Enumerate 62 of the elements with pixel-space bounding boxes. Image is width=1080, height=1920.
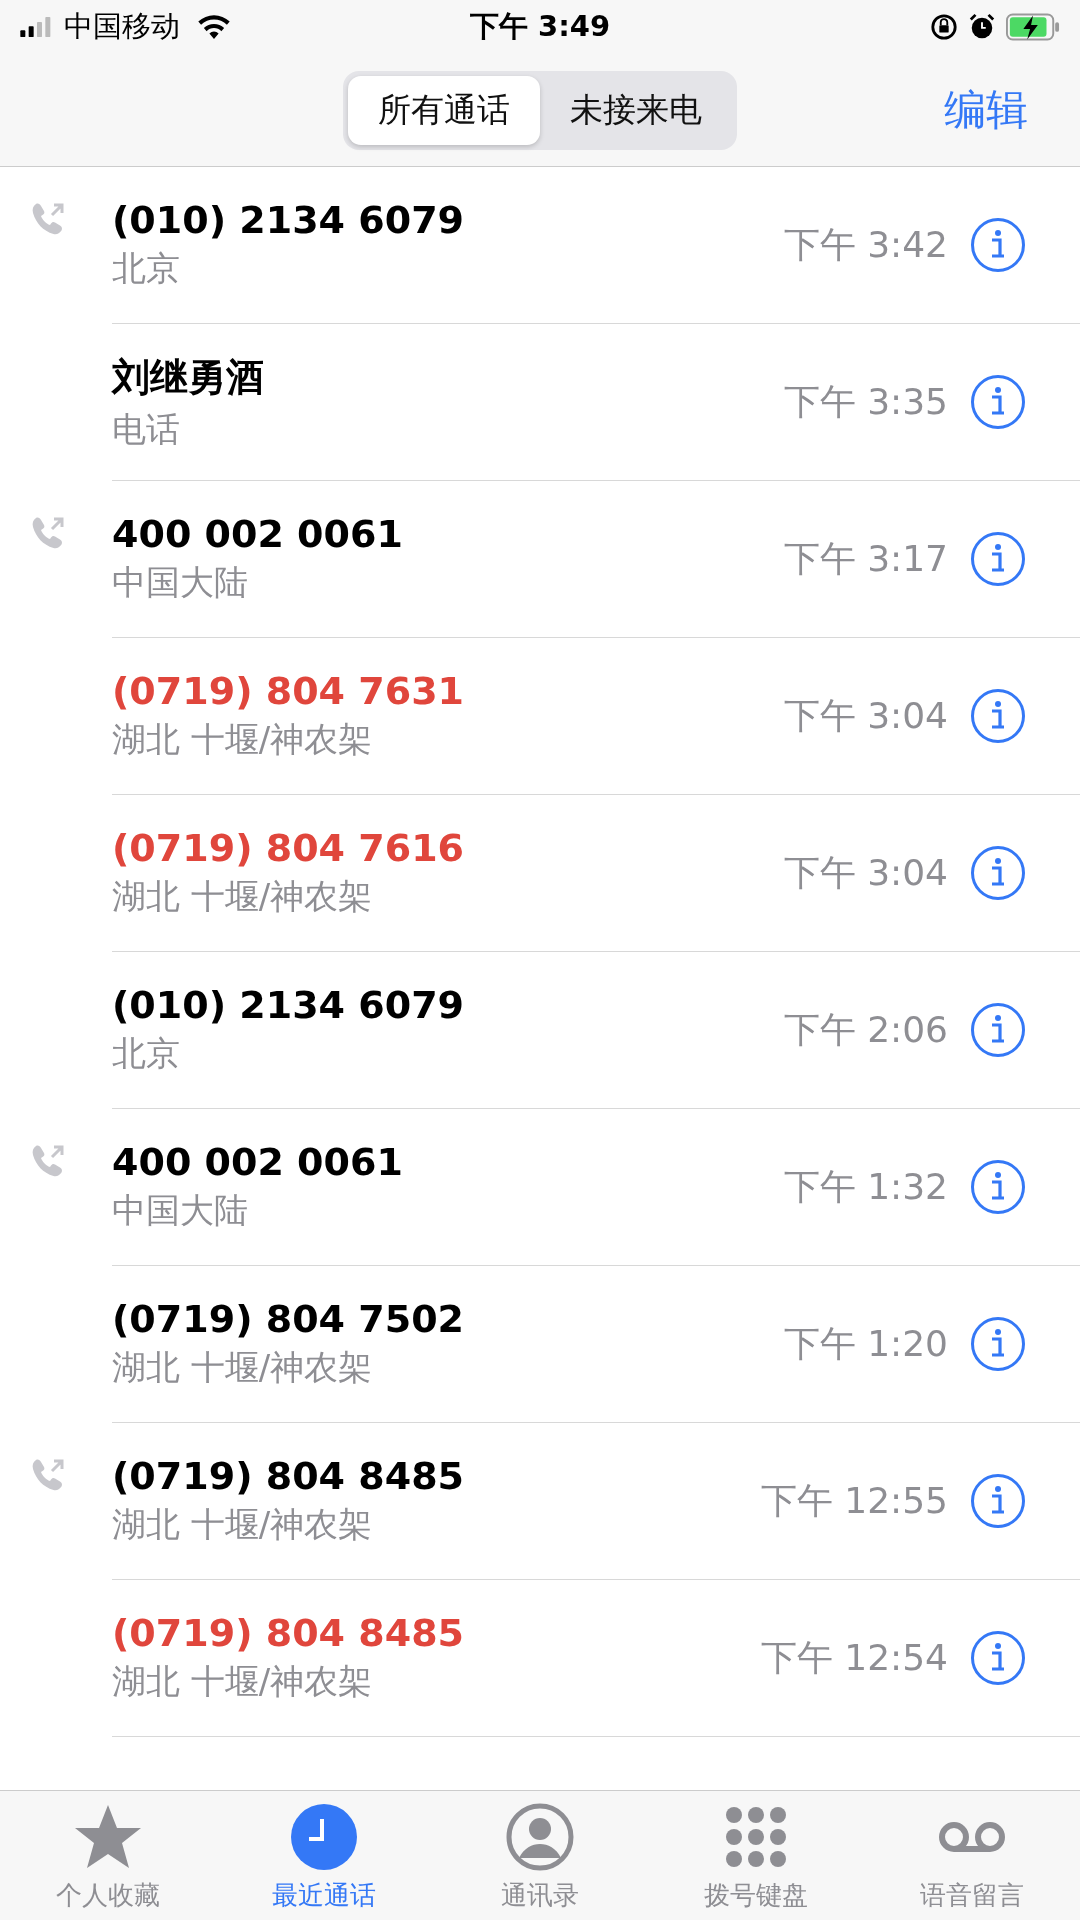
call-time: 下午 3:35 xyxy=(783,379,948,424)
call-row[interactable]: (0719) 804 8485 湖北 十堰/神农架 下午 12:55 xyxy=(112,1423,1080,1580)
edit-button[interactable]: 编辑 xyxy=(944,74,1028,146)
caller-name: (0719) 804 7616 xyxy=(112,826,466,870)
caller-name: 400 002 0061 xyxy=(112,1140,404,1184)
call-row[interactable]: 400 002 0061 中国大陆 下午 3:17 xyxy=(112,481,1080,638)
call-time: 下午 3:17 xyxy=(783,536,948,581)
clock-icon xyxy=(289,1802,359,1872)
caller-location: 中国大陆 xyxy=(112,1189,249,1232)
status-time: 下午 3:49 xyxy=(469,8,611,45)
caller-location: 北京 xyxy=(112,1032,181,1075)
info-icon[interactable] xyxy=(970,845,1026,901)
call-time: 下午 12:54 xyxy=(760,1635,948,1680)
call-time: 下午 3:04 xyxy=(783,850,948,895)
call-time: 下午 1:32 xyxy=(783,1164,948,1209)
info-icon[interactable] xyxy=(970,1316,1026,1372)
battery-icon xyxy=(1006,13,1060,41)
segment-tab[interactable]: 未接来电 xyxy=(540,75,732,145)
info-icon[interactable] xyxy=(970,217,1026,273)
info-icon[interactable] xyxy=(970,688,1026,744)
info-icon[interactable] xyxy=(970,1630,1026,1686)
call-row[interactable]: 400 002 0061 中国大陆 下午 1:32 xyxy=(112,1109,1080,1266)
caller-name: (0719) 804 7631 xyxy=(112,669,466,713)
info-icon[interactable] xyxy=(970,531,1026,587)
caller-name: 刘继勇酒 xyxy=(112,353,265,401)
caller-name: (0719) 804 8485 xyxy=(112,1454,466,1498)
caller-location: 湖北 十堰/神农架 xyxy=(112,1503,374,1546)
call-time: 下午 2:06 xyxy=(783,1007,948,1052)
call-row[interactable]: (0719) 804 7616 湖北 十堰/神农架 下午 3:04 xyxy=(112,795,1080,952)
rotation-lock-icon xyxy=(930,13,958,41)
caller-location: 湖北 十堰/神农架 xyxy=(112,718,374,761)
segment-tab[interactable]: 所有通话 xyxy=(348,75,540,145)
caller-name: (0719) 804 8485 xyxy=(112,1611,466,1655)
call-time: 下午 3:42 xyxy=(783,222,948,267)
caller-name: 400 002 0061 xyxy=(112,512,404,556)
call-time: 下午 3:04 xyxy=(783,693,948,738)
caller-location: 北京 xyxy=(112,247,181,290)
caller-location: 湖北 十堰/神农架 xyxy=(112,1660,374,1703)
caller-name: (010) 2134 6079 xyxy=(112,983,466,1027)
caller-location: 中国大陆 xyxy=(112,561,249,604)
call-row[interactable]: (010) 2134 6079 北京 下午 2:06 xyxy=(112,952,1080,1109)
tab-bar-item[interactable]: 最近通话 xyxy=(224,1801,424,1920)
call-row[interactable]: (0719) 804 7502 湖北 十堰/神农架 下午 1:20 xyxy=(112,1266,1080,1423)
caller-location: 电话 xyxy=(112,407,181,451)
caller-location: 湖北 十堰/神农架 xyxy=(112,1346,374,1389)
call-time: 下午 12:55 xyxy=(760,1478,948,1523)
wifi-icon xyxy=(198,15,230,39)
contact-icon xyxy=(505,1802,575,1872)
info-icon[interactable] xyxy=(970,1473,1026,1529)
call-row[interactable]: (010) 2134 6079 北京 下午 3:42 xyxy=(112,167,1080,324)
caller-name: (010) 2134 6079 xyxy=(112,198,466,242)
carrier-name: 中国移动 xyxy=(64,8,180,45)
info-icon[interactable] xyxy=(970,1002,1026,1058)
call-row[interactable]: (0719) 804 8485 湖北 十堰/神农架 下午 12:54 xyxy=(112,1580,1080,1737)
call-row[interactable]: (0719) 804 7631 湖北 十堰/神农架 下午 3:04 xyxy=(112,638,1080,795)
call-time: 下午 1:20 xyxy=(783,1321,948,1366)
alarm-icon xyxy=(968,13,996,41)
call-row[interactable]: 刘继勇酒 电话 下午 3:35 xyxy=(112,324,1080,481)
info-icon[interactable] xyxy=(970,1159,1026,1215)
info-icon[interactable] xyxy=(970,374,1026,430)
caller-name: (0719) 804 7502 xyxy=(112,1297,466,1341)
caller-location: 湖北 十堰/神农架 xyxy=(112,875,374,918)
